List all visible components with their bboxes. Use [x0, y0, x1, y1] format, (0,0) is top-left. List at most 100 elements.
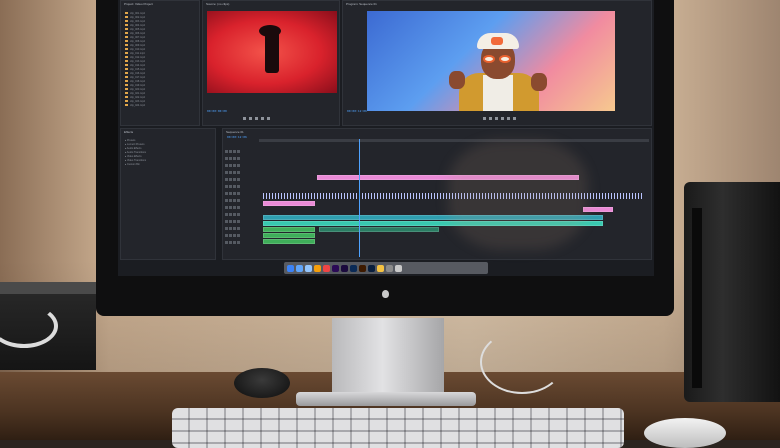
export-frame-icon[interactable]: [513, 117, 516, 120]
track-toggle-icon[interactable]: [233, 157, 236, 160]
extract-icon[interactable]: [507, 117, 510, 120]
track-toggle-icon[interactable]: [225, 192, 228, 195]
track-toggle-icon[interactable]: [237, 185, 240, 188]
step-back-icon[interactable]: [483, 117, 486, 120]
lift-icon[interactable]: [501, 117, 504, 120]
settings-icon[interactable]: [386, 264, 393, 272]
track-toggle-icon[interactable]: [233, 192, 236, 195]
track-toggle-icon[interactable]: [229, 171, 232, 174]
track-toggle-icon[interactable]: [225, 171, 228, 174]
track-toggle-icon[interactable]: [233, 227, 236, 230]
source-transport[interactable]: [243, 117, 270, 120]
track-toggle-icon[interactable]: [225, 241, 228, 244]
track-toggle-icon[interactable]: [225, 199, 228, 202]
track-header[interactable]: [225, 226, 251, 231]
track-header[interactable]: [225, 163, 251, 168]
track-toggle-icon[interactable]: [237, 227, 240, 230]
mouse[interactable]: [644, 418, 726, 448]
play-icon[interactable]: [489, 117, 492, 120]
track-header[interactable]: [225, 177, 251, 182]
overwrite-icon[interactable]: [267, 117, 270, 120]
effects-tab[interactable]: Effects: [124, 130, 133, 134]
track-toggle-icon[interactable]: [233, 185, 236, 188]
track-toggle-icon[interactable]: [237, 234, 240, 237]
track-header[interactable]: [225, 233, 251, 238]
track-toggle-icon[interactable]: [225, 150, 228, 153]
play-icon[interactable]: [249, 117, 252, 120]
audio-clip[interactable]: [263, 233, 315, 238]
track-toggle-icon[interactable]: [229, 227, 232, 230]
step-forward-icon[interactable]: [255, 117, 258, 120]
track-toggle-icon[interactable]: [237, 241, 240, 244]
track-toggle-icon[interactable]: [233, 234, 236, 237]
track-toggle-icon[interactable]: [233, 199, 236, 202]
track-header[interactable]: [225, 184, 251, 189]
track-toggle-icon[interactable]: [233, 150, 236, 153]
track-toggle-icon[interactable]: [229, 234, 232, 237]
effects-folder[interactable]: ▸ Custom Bin: [125, 163, 146, 167]
track-toggle-icon[interactable]: [229, 192, 232, 195]
keyboard[interactable]: [172, 408, 624, 448]
track-toggle-icon[interactable]: [225, 234, 228, 237]
track-toggle-icon[interactable]: [229, 206, 232, 209]
track-toggle-icon[interactable]: [225, 220, 228, 223]
track-toggle-icon[interactable]: [237, 171, 240, 174]
track-toggle-icon[interactable]: [237, 150, 240, 153]
trash-icon[interactable]: [395, 264, 402, 272]
track-toggle-icon[interactable]: [233, 220, 236, 223]
track-toggle-icon[interactable]: [237, 157, 240, 160]
track-toggle-icon[interactable]: [237, 178, 240, 181]
track-toggle-icon[interactable]: [229, 199, 232, 202]
track-toggle-icon[interactable]: [233, 241, 236, 244]
track-header[interactable]: [225, 191, 251, 196]
playhead[interactable]: [359, 139, 360, 257]
finder-icon[interactable]: [287, 264, 294, 272]
step-forward-icon[interactable]: [495, 117, 498, 120]
project-tab[interactable]: Project: Video Project: [124, 2, 153, 6]
track-toggle-icon[interactable]: [233, 206, 236, 209]
program-transport[interactable]: [483, 117, 516, 120]
track-toggle-icon[interactable]: [225, 178, 228, 181]
photoshop-icon[interactable]: [350, 264, 357, 272]
track-header[interactable]: [225, 205, 251, 210]
video-clip[interactable]: [263, 201, 315, 206]
track-toggle-icon[interactable]: [237, 220, 240, 223]
project-item[interactable]: clip_024.mp4: [125, 103, 195, 107]
track-header[interactable]: [225, 156, 251, 161]
after-effects-icon[interactable]: [341, 264, 348, 272]
photos-icon[interactable]: [314, 264, 321, 272]
track-toggle-icon[interactable]: [229, 164, 232, 167]
track-header[interactable]: [225, 149, 251, 154]
track-toggle-icon[interactable]: [229, 213, 232, 216]
track-toggle-icon[interactable]: [237, 164, 240, 167]
illustrator-icon[interactable]: [359, 264, 366, 272]
track-toggle-icon[interactable]: [229, 220, 232, 223]
track-toggle-icon[interactable]: [233, 171, 236, 174]
track-toggle-icon[interactable]: [225, 185, 228, 188]
safari-icon[interactable]: [296, 264, 303, 272]
insert-icon[interactable]: [261, 117, 264, 120]
track-toggle-icon[interactable]: [233, 178, 236, 181]
chrome-icon[interactable]: [377, 264, 384, 272]
track-toggle-icon[interactable]: [233, 213, 236, 216]
track-toggle-icon[interactable]: [225, 206, 228, 209]
audio-clip[interactable]: [263, 227, 315, 232]
step-back-icon[interactable]: [243, 117, 246, 120]
audio-clip[interactable]: [319, 227, 439, 232]
time-ruler[interactable]: [259, 139, 649, 142]
track-toggle-icon[interactable]: [229, 150, 232, 153]
track-toggle-icon[interactable]: [225, 227, 228, 230]
mail-icon[interactable]: [305, 264, 312, 272]
track-header[interactable]: [225, 240, 251, 245]
track-toggle-icon[interactable]: [237, 192, 240, 195]
track-header[interactable]: [225, 198, 251, 203]
audio-clip[interactable]: [263, 239, 315, 244]
program-tab[interactable]: Program: Sequence 01: [346, 2, 377, 6]
music-icon[interactable]: [323, 264, 330, 272]
timeline-tab[interactable]: Sequence 01: [226, 130, 244, 134]
premiere-icon[interactable]: [332, 264, 339, 272]
track-toggle-icon[interactable]: [237, 206, 240, 209]
track-header[interactable]: [225, 212, 251, 217]
track-toggle-icon[interactable]: [229, 185, 232, 188]
track-toggle-icon[interactable]: [225, 157, 228, 160]
